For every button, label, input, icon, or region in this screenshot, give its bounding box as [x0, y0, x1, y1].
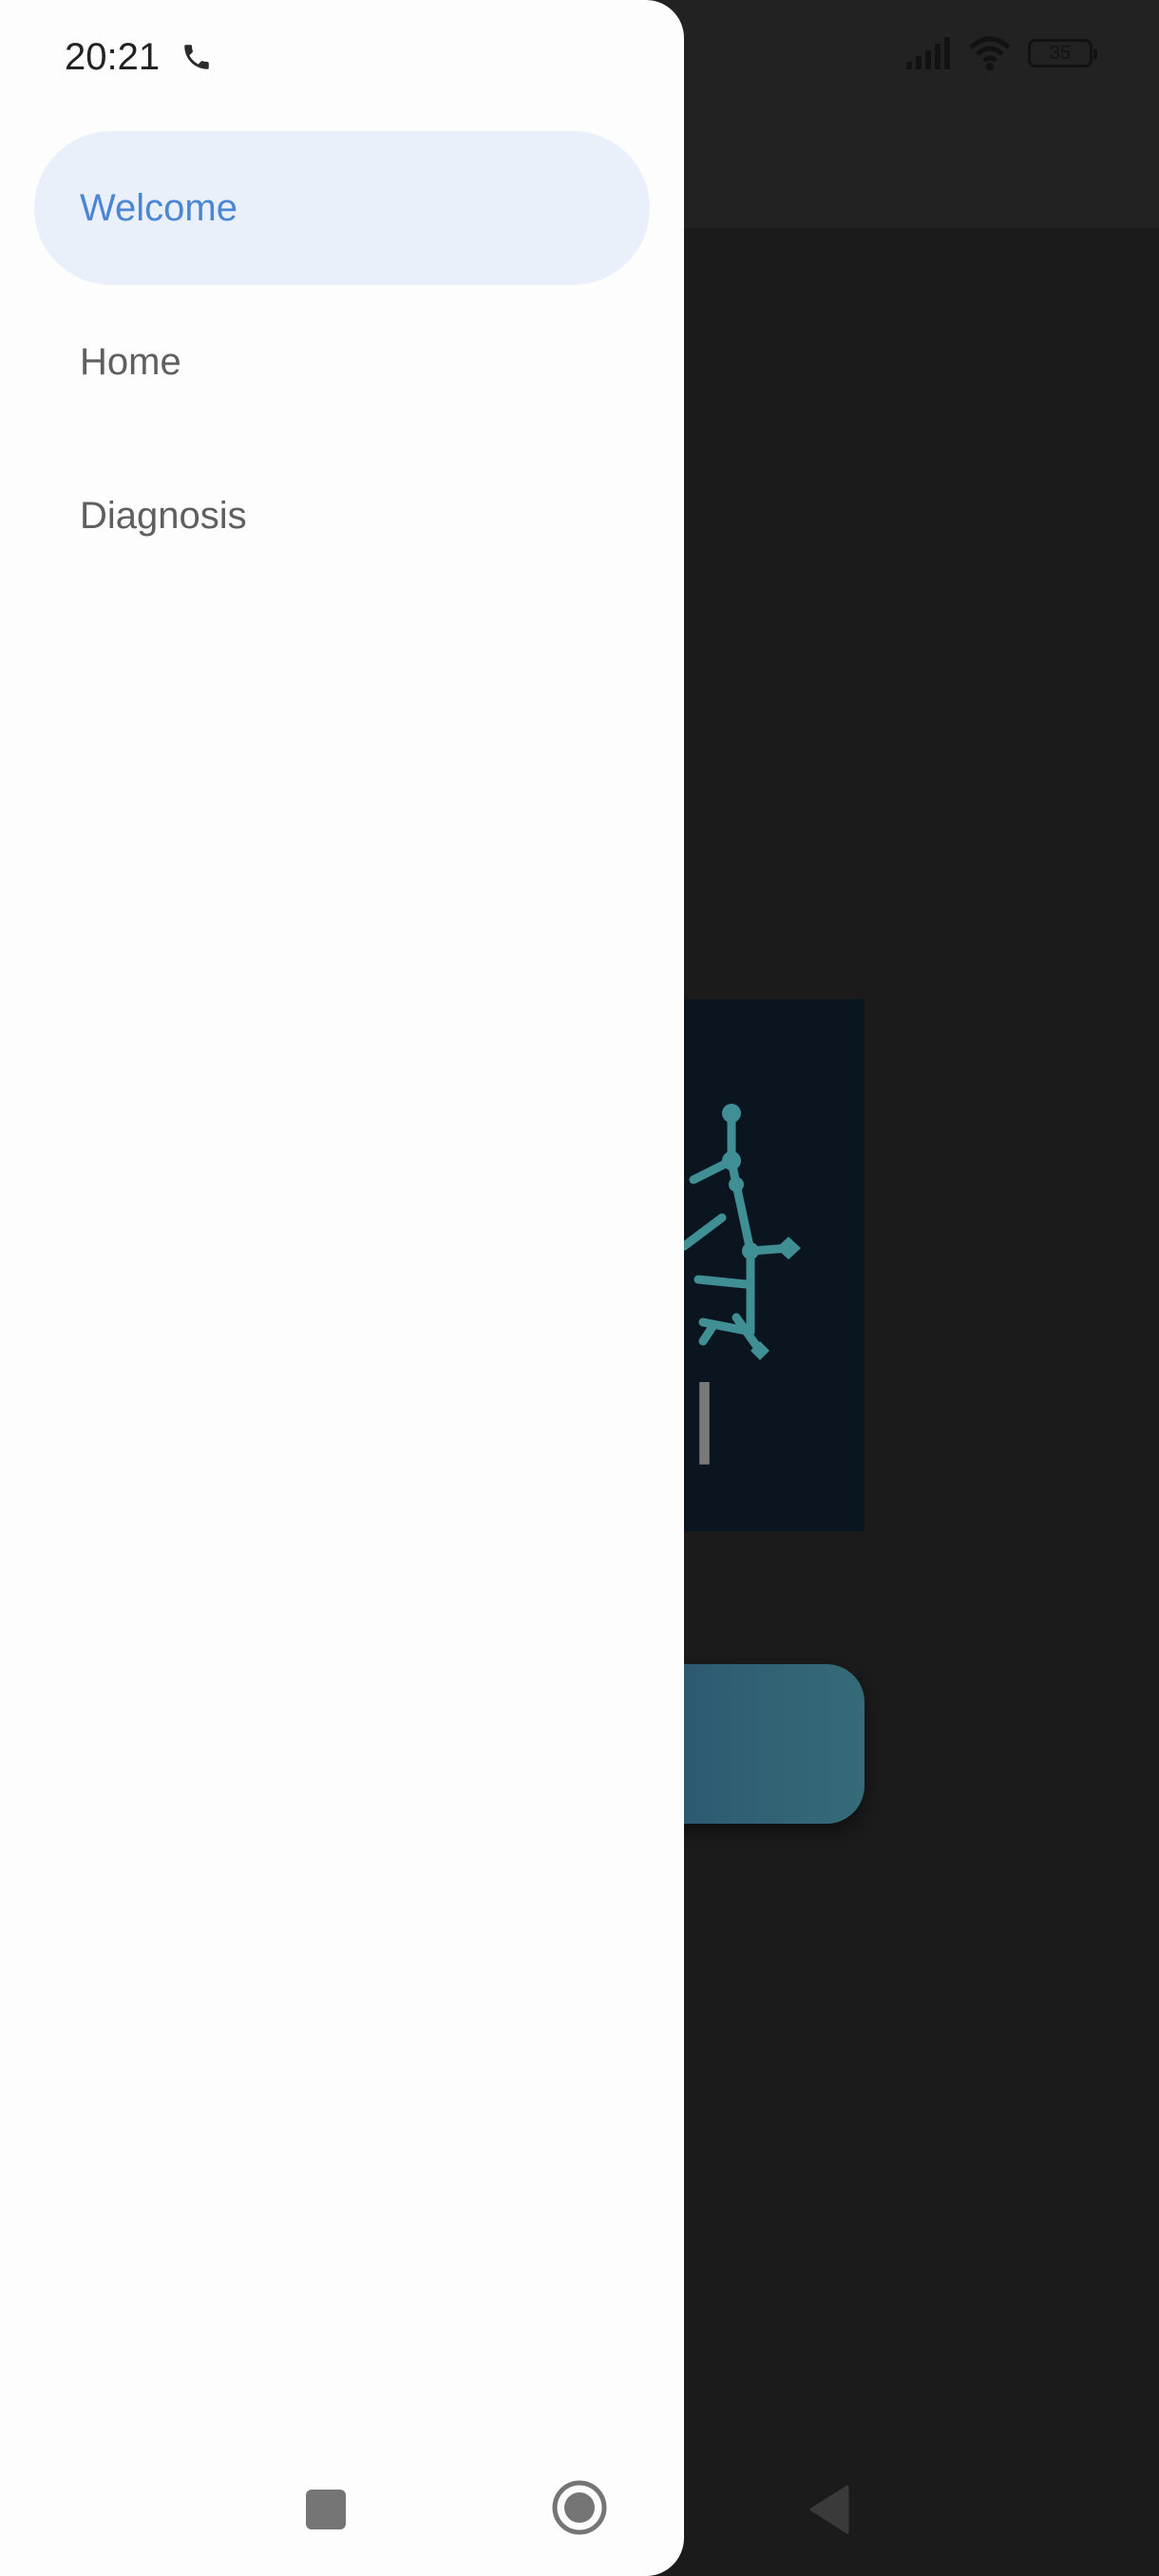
status-bar-right: 35: [906, 36, 1097, 70]
status-bar-left: 20:21: [65, 28, 213, 85]
wifi-icon: [969, 36, 1011, 70]
drawer-item-diagnosis[interactable]: Diagnosis: [34, 439, 650, 593]
status-time: 20:21: [65, 35, 161, 78]
drawer-item-label: Diagnosis: [80, 494, 247, 537]
phone-icon: [184, 45, 209, 69]
navigation-drawer: 20:21 Welcome Home Diagnosis: [0, 0, 684, 2576]
battery-level: 35: [1049, 42, 1072, 64]
back-icon[interactable]: [808, 2485, 849, 2534]
drawer-item-label: Welcome: [80, 186, 238, 229]
recents-icon[interactable]: [305, 2489, 347, 2530]
drawer-item-label: Home: [80, 340, 181, 383]
home-icon[interactable]: [551, 2479, 608, 2536]
signal-icon: [906, 37, 950, 69]
battery-icon: 35: [1028, 39, 1097, 67]
drawer-item-welcome[interactable]: Welcome: [34, 131, 650, 285]
drawer-item-home[interactable]: Home: [34, 285, 650, 439]
